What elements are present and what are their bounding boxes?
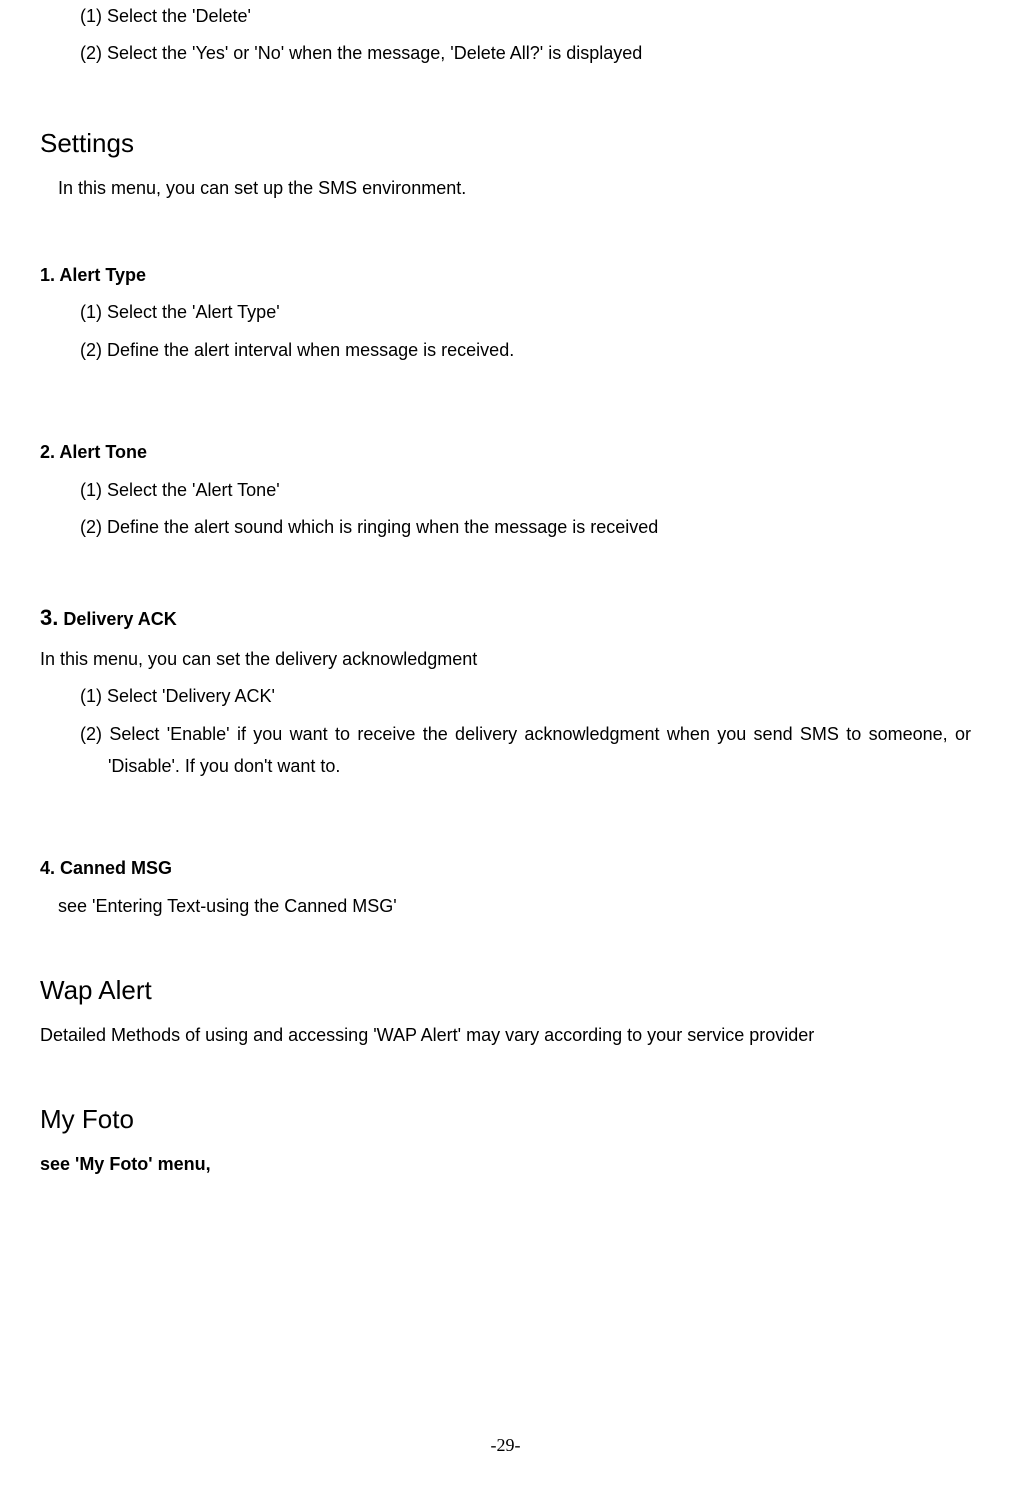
alert-tone-heading: 2. Alert Tone: [40, 436, 971, 468]
alert-tone-step-1: (1) Select the 'Alert Tone': [80, 474, 971, 506]
wap-alert-desc: Detailed Methods of using and accessing …: [40, 1019, 971, 1051]
delivery-ack-step-2-text: (2) Select 'Enable' if you want to recei…: [80, 718, 971, 783]
settings-heading: Settings: [40, 120, 971, 167]
settings-desc: In this menu, you can set up the SMS env…: [40, 172, 971, 204]
delivery-ack-heading: 3. Delivery ACK: [40, 598, 971, 638]
delivery-ack-desc: In this menu, you can set the delivery a…: [40, 643, 971, 675]
canned-msg-desc: see 'Entering Text-using the Canned MSG': [40, 890, 971, 922]
intro-step-1: (1) Select the 'Delete': [80, 0, 971, 32]
wap-alert-heading: Wap Alert: [40, 967, 971, 1014]
delivery-ack-step-2: (2) Select 'Enable' if you want to recei…: [80, 718, 971, 783]
alert-type-steps: (1) Select the 'Alert Type' (2) Define t…: [40, 296, 971, 366]
alert-tone-steps: (1) Select the 'Alert Tone' (2) Define t…: [40, 474, 971, 544]
canned-msg-heading: 4. Canned MSG: [40, 852, 971, 884]
my-foto-heading: My Foto: [40, 1096, 971, 1143]
delivery-ack-step-1: (1) Select 'Delivery ACK': [80, 680, 971, 712]
my-foto-desc: see 'My Foto' menu,: [40, 1148, 971, 1180]
alert-tone-step-2: (2) Define the alert sound which is ring…: [80, 511, 971, 543]
delivery-ack-rest: Delivery ACK: [58, 609, 176, 629]
document-page: (1) Select the 'Delete' (2) Select the '…: [0, 0, 1011, 1491]
alert-type-step-1: (1) Select the 'Alert Type': [80, 296, 971, 328]
alert-type-step-2: (2) Define the alert interval when messa…: [80, 334, 971, 366]
delivery-ack-steps: (1) Select 'Delivery ACK' (2) Select 'En…: [40, 680, 971, 782]
intro-step-2: (2) Select the 'Yes' or 'No' when the me…: [80, 37, 971, 69]
page-content: (1) Select the 'Delete' (2) Select the '…: [40, 0, 971, 1181]
alert-type-heading: 1. Alert Type: [40, 259, 971, 291]
delivery-ack-num: 3.: [40, 605, 58, 630]
intro-steps: (1) Select the 'Delete' (2) Select the '…: [40, 0, 971, 70]
page-number: -29-: [0, 1435, 1011, 1456]
